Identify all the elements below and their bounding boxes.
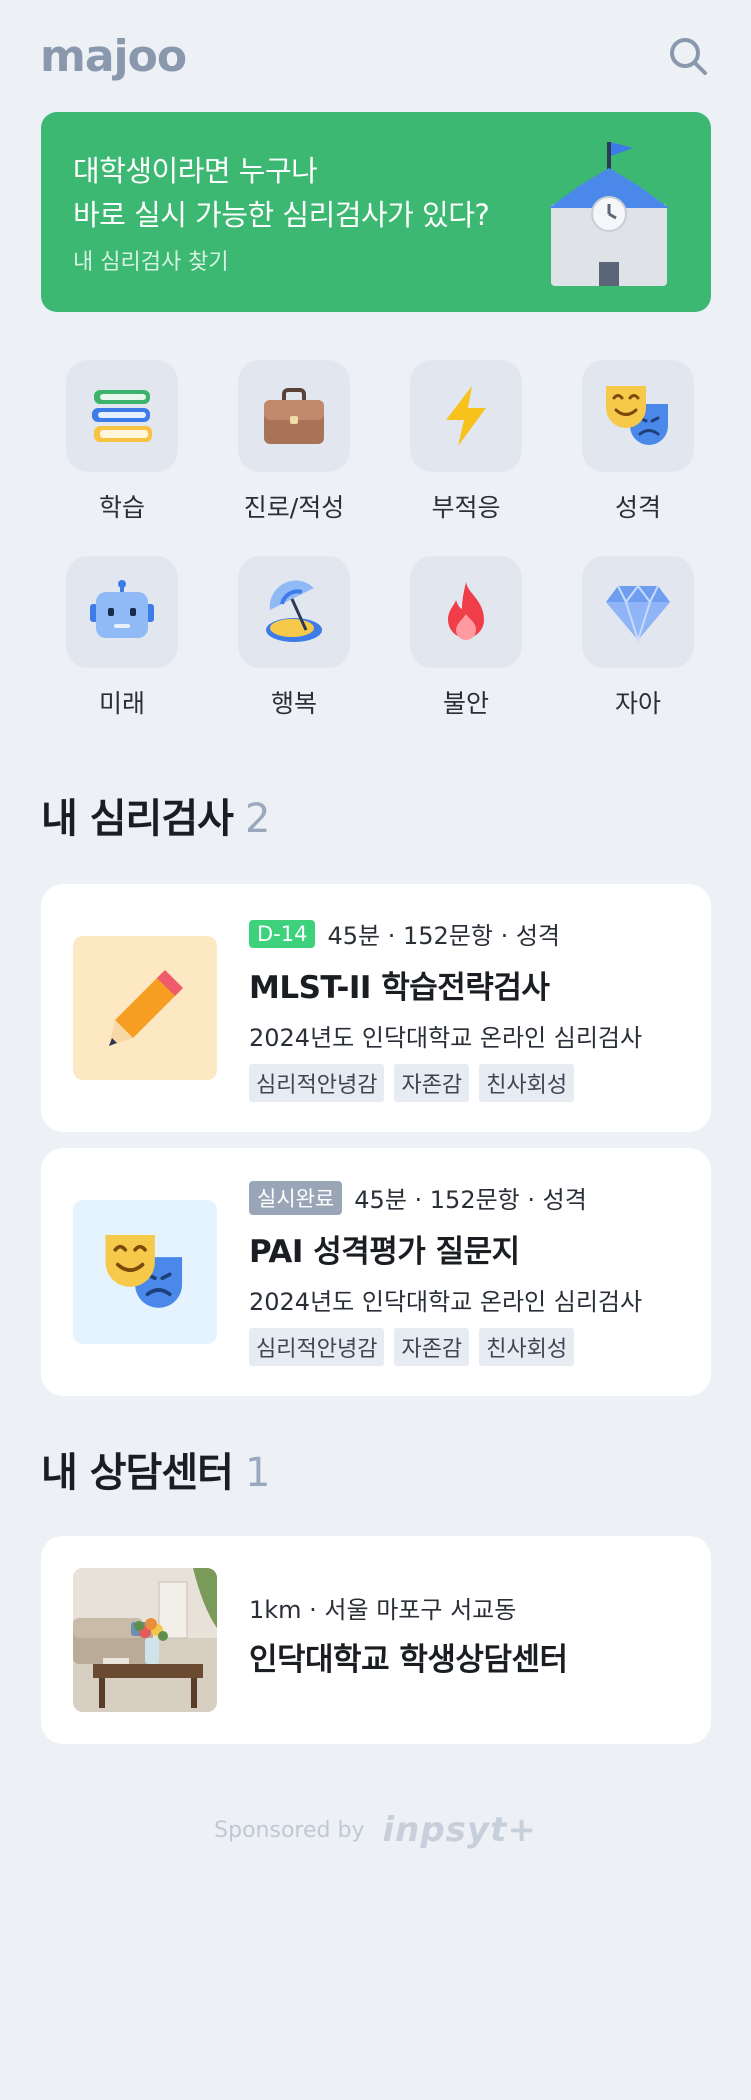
my-centers-title: 내 상담센터 1 (41, 1440, 270, 1498)
category-icon-box (66, 360, 178, 472)
test-title: MLST-II 학습전략검사 (249, 970, 550, 1006)
category-future[interactable]: 미래 (47, 556, 197, 726)
category-self[interactable]: 자아 (563, 556, 713, 726)
test-meta-text: 45분 · 152문항 · 성격 (327, 922, 561, 950)
category-icon-box (410, 556, 522, 668)
tag-list: 심리적안녕감 자존감 친사회성 (249, 1064, 575, 1102)
counseling-room-photo (73, 1568, 217, 1712)
category-label: 불안 (442, 689, 489, 718)
sponsor-logo: inpsyt+ (382, 1810, 537, 1850)
banner-headline-1: 대학생이라면 누구나 (73, 154, 318, 188)
center-title: 인닥대학교 학생상담센터 (249, 1642, 568, 1678)
pencil-icon (109, 970, 183, 1046)
fire-icon (448, 582, 484, 640)
category-icon-box (410, 360, 522, 472)
category-label: 부적응 (431, 493, 501, 522)
app-logo[interactable]: majoo (40, 31, 187, 82)
search-icon (670, 38, 707, 75)
section-title-text: 내 상담센터 (41, 1450, 234, 1496)
banner-link[interactable]: 내 심리검사 찾기 (73, 244, 229, 276)
test-subtitle: 2024년도 인닥대학교 온라인 심리검사 (249, 1024, 643, 1052)
tag: 친사회성 (479, 1064, 575, 1102)
category-label: 성격 (614, 493, 661, 522)
test-meta: D-14 45분 · 152문항 · 성격 (249, 916, 560, 951)
category-icon-box (582, 360, 694, 472)
test-card[interactable]: 실시완료 45분 · 152문항 · 성격 PAI 성격평가 질문지 2024년… (41, 1148, 711, 1396)
test-thumbnail (73, 1200, 217, 1344)
theater-masks-icon (105, 1234, 183, 1308)
category-anxiety[interactable]: 불안 (391, 556, 541, 726)
theater-masks-icon (606, 386, 668, 445)
app-header: majoo (40, 28, 711, 84)
test-card[interactable]: D-14 45분 · 152문항 · 성격 MLST-II 학습전략검사 202… (41, 884, 711, 1132)
category-personality[interactable]: 성격 (563, 360, 713, 530)
test-thumbnail (73, 936, 217, 1080)
banner-headline-2: 바로 실시 가능한 심리검사가 있다? (73, 198, 490, 232)
center-card[interactable]: 1km · 서울 마포구 서교동 인닥대학교 학생상담센터 (41, 1536, 711, 1744)
sponsor-footer: Sponsored by inpsyt+ (0, 1810, 751, 1850)
sponsor-label: Sponsored by (214, 1817, 365, 1843)
section-count: 1 (244, 1450, 270, 1496)
promo-banner[interactable]: 대학생이라면 누구나 바로 실시 가능한 심리검사가 있다? 내 심리검사 찾기 (41, 112, 711, 312)
tag: 심리적안녕감 (249, 1064, 385, 1102)
category-study[interactable]: 학습 (47, 360, 197, 530)
test-subtitle: 2024년도 인닥대학교 온라인 심리검사 (249, 1288, 643, 1316)
tag-list: 심리적안녕감 자존감 친사회성 (249, 1328, 575, 1366)
category-label: 학습 (98, 493, 145, 522)
gem-icon (606, 584, 670, 644)
center-meta: 1km · 서울 마포구 서교동 (249, 1596, 517, 1624)
tag: 친사회성 (479, 1328, 575, 1366)
books-icon (92, 390, 152, 442)
category-label: 진로/적성 (243, 493, 345, 522)
category-icon-box (238, 360, 350, 472)
tag: 자존감 (394, 1328, 470, 1366)
category-label: 미래 (98, 689, 145, 718)
category-icon-box (238, 556, 350, 668)
category-maladjustment[interactable]: 부적응 (391, 360, 541, 530)
school-building-icon (549, 142, 669, 286)
category-label: 행복 (270, 689, 317, 718)
tag: 자존감 (394, 1064, 470, 1102)
robot-icon (90, 580, 154, 638)
status-badge: D-14 (249, 919, 316, 948)
center-photo (73, 1568, 217, 1712)
briefcase-icon (264, 388, 324, 444)
beach-umbrella-icon (266, 580, 322, 642)
tag: 심리적안녕감 (249, 1328, 385, 1366)
category-career[interactable]: 진로/적성 (219, 360, 369, 530)
section-count: 2 (244, 796, 270, 842)
test-title: PAI 성격평가 질문지 (249, 1234, 520, 1270)
category-icon-box (582, 556, 694, 668)
my-tests-title: 내 심리검사 2 (41, 786, 270, 844)
search-button[interactable] (665, 33, 711, 79)
lightning-icon (446, 386, 486, 446)
test-meta: 실시완료 45분 · 152문항 · 성격 (249, 1180, 587, 1215)
status-badge: 실시완료 (249, 1180, 343, 1215)
test-meta-text: 45분 · 152문항 · 성격 (354, 1186, 587, 1214)
category-grid: 학습 진로/적성 부적응 성격 미래 행복 불안 자아 (41, 360, 711, 720)
section-title-text: 내 심리검사 (41, 796, 234, 842)
category-happiness[interactable]: 행복 (219, 556, 369, 726)
category-icon-box (66, 556, 178, 668)
category-label: 자아 (614, 689, 661, 718)
